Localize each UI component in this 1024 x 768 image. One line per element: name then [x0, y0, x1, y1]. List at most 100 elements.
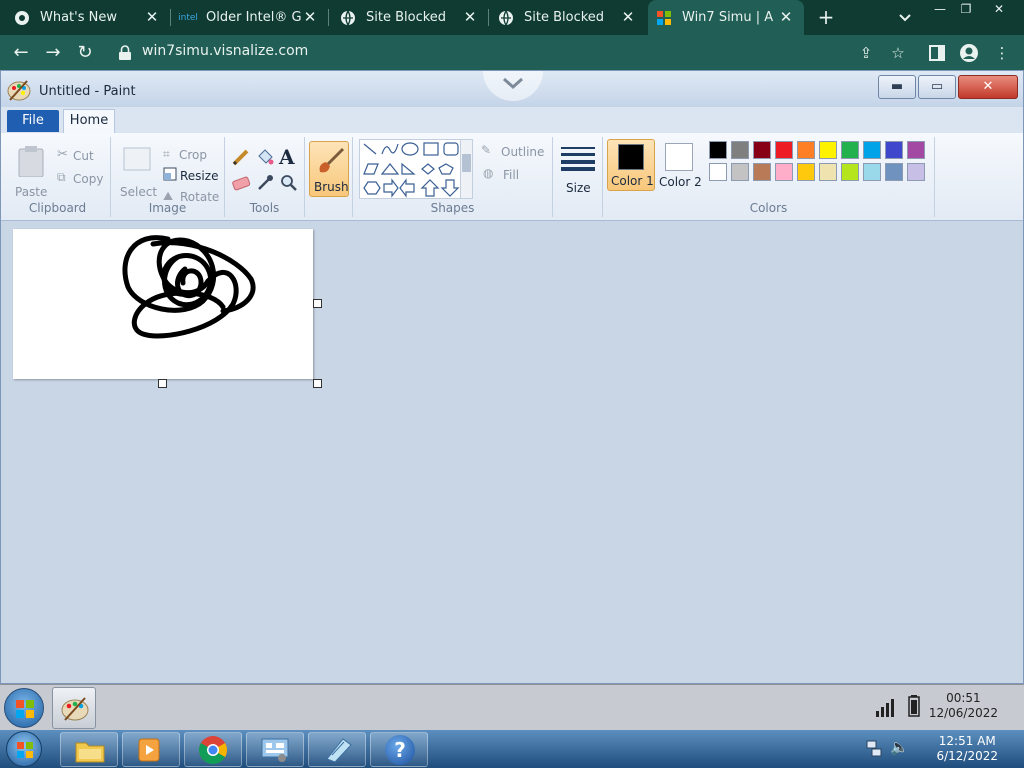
close-icon[interactable]: ✕	[778, 9, 794, 25]
palette-swatch[interactable]	[753, 163, 771, 181]
crop-button[interactable]: Crop	[179, 148, 207, 162]
cut-button[interactable]: Cut	[73, 149, 94, 163]
globe-icon	[498, 10, 514, 26]
profile-avatar-icon[interactable]	[959, 43, 979, 63]
paint-palette-icon	[61, 696, 89, 725]
color2-button[interactable]: Color 2	[657, 139, 705, 191]
globe-icon	[340, 10, 356, 26]
close-window-icon[interactable]: ✕	[985, 0, 1013, 18]
chrome-taskbar-button[interactable]	[184, 732, 242, 767]
palette-swatch[interactable]	[819, 163, 837, 181]
size-lines-icon[interactable]	[561, 145, 595, 174]
close-icon[interactable]: ✕	[302, 9, 318, 25]
sim-clock[interactable]: 00:51 12/06/2022	[929, 691, 998, 721]
sim-paint-taskbar-button[interactable]	[52, 687, 96, 729]
color-picker-icon[interactable]	[255, 173, 275, 196]
palette-swatch[interactable]	[841, 163, 859, 181]
fill-bucket-icon[interactable]	[255, 147, 275, 170]
resize-button[interactable]: Resize	[180, 169, 218, 183]
palette-swatch[interactable]	[731, 163, 749, 181]
shapes-scrollbar[interactable]	[460, 140, 472, 198]
side-panel-icon[interactable]	[927, 43, 947, 63]
palette-swatch[interactable]	[731, 141, 749, 159]
paint-maximize-button[interactable]: ▭	[918, 75, 956, 99]
control-panel-taskbar-button[interactable]	[246, 732, 304, 767]
palette-swatch[interactable]	[797, 163, 815, 181]
text-tool-icon[interactable]: A	[279, 145, 295, 169]
start-orb[interactable]	[6, 731, 42, 767]
browser-tab-site-blocked-1[interactable]: Site Blocked ✕	[340, 0, 488, 35]
menu-kebab-icon[interactable]: ⋮	[992, 43, 1012, 63]
paint-title-bar[interactable]: Untitled - Paint ▬ ▭ ✕	[1, 71, 1023, 107]
outline-icon: ✎	[481, 143, 492, 157]
fill-icon: ◍	[483, 166, 494, 180]
share-icon[interactable]: ⇪	[856, 43, 876, 63]
size-button[interactable]: Size	[566, 181, 591, 195]
bookmark-star-icon[interactable]: ☆	[888, 43, 908, 63]
palette-swatch[interactable]	[863, 163, 881, 181]
os-clock[interactable]: 12:51 AM 6/12/2022	[936, 734, 998, 764]
network-icon[interactable]	[866, 740, 882, 761]
resize-handle-bottom[interactable]	[158, 379, 167, 388]
scribble-drawing	[122, 235, 256, 339]
color1-button[interactable]: Color 1	[607, 139, 655, 191]
palette-swatch[interactable]	[885, 163, 903, 181]
notepad-taskbar-button[interactable]	[308, 732, 366, 767]
address-bar[interactable]: win7simu.visnalize.com	[142, 43, 308, 59]
browser-tab-intel[interactable]: intel Older Intel® Grap ✕	[178, 0, 328, 35]
close-icon[interactable]: ✕	[144, 9, 160, 25]
palette-swatch[interactable]	[885, 141, 903, 159]
magnifier-icon[interactable]	[279, 173, 299, 196]
close-icon[interactable]: ✕	[620, 9, 636, 25]
close-icon[interactable]: ✕	[462, 9, 478, 25]
help-taskbar-button[interactable]: ?	[370, 732, 428, 767]
palette-swatch[interactable]	[709, 141, 727, 159]
browser-tab-win7simu[interactable]: Win7 Simu | A sim ✕	[648, 0, 804, 35]
palette-swatch[interactable]	[863, 141, 881, 159]
media-player-taskbar-button[interactable]	[122, 732, 180, 767]
palette-swatch[interactable]	[907, 141, 925, 159]
resize-handle-right[interactable]	[313, 299, 322, 308]
palette-swatch[interactable]	[797, 141, 815, 159]
window-title: Untitled - Paint	[39, 84, 136, 99]
palette-swatch[interactable]	[753, 141, 771, 159]
sim-start-orb[interactable]	[4, 688, 44, 728]
minimize-icon[interactable]: —	[926, 0, 954, 18]
volume-icon[interactable]: 🔈	[890, 738, 909, 756]
reload-icon[interactable]: ↻	[74, 42, 96, 64]
tab-home[interactable]: Home	[63, 109, 115, 133]
outline-button[interactable]: Outline	[501, 145, 544, 159]
shapes-gallery[interactable]	[359, 139, 473, 199]
palette-swatch[interactable]	[775, 163, 793, 181]
pencil-icon[interactable]	[231, 147, 251, 170]
paint-minimize-button[interactable]: ▬	[878, 75, 916, 99]
restore-icon[interactable]: ❐	[952, 0, 980, 18]
select-button[interactable]: Select	[120, 185, 157, 199]
lock-icon[interactable]	[118, 45, 132, 61]
tab-search-chevron-icon[interactable]	[895, 8, 915, 28]
paste-button[interactable]: Paste	[15, 185, 47, 199]
palette-swatch[interactable]	[775, 141, 793, 159]
resize-handle-corner[interactable]	[313, 379, 322, 388]
browser-tab-whats-new[interactable]: What's New ✕	[14, 0, 170, 35]
copy-button[interactable]: Copy	[73, 172, 103, 186]
tab-file[interactable]: File	[7, 110, 59, 132]
ribbon-tab-bar: File Home	[1, 107, 1023, 133]
explorer-taskbar-button[interactable]	[60, 732, 118, 767]
new-tab-button[interactable]: +	[816, 7, 836, 27]
palette-swatch[interactable]	[907, 163, 925, 181]
eraser-icon[interactable]	[231, 173, 251, 196]
browser-tab-site-blocked-2[interactable]: Site Blocked ✕	[498, 0, 646, 35]
fill-button[interactable]: Fill	[503, 168, 519, 182]
paint-palette-icon	[7, 79, 31, 101]
forward-icon[interactable]: →	[42, 42, 64, 64]
drawing-canvas[interactable]	[13, 229, 313, 379]
palette-swatch[interactable]	[841, 141, 859, 159]
brush-button[interactable]: Brush	[309, 141, 349, 197]
paint-close-button[interactable]: ✕	[958, 75, 1018, 99]
group-label: Clipboard	[28, 201, 87, 215]
collapse-chevron-icon[interactable]	[483, 71, 543, 101]
palette-swatch[interactable]	[709, 163, 727, 181]
palette-swatch[interactable]	[819, 141, 837, 159]
back-icon[interactable]: ←	[10, 42, 32, 64]
